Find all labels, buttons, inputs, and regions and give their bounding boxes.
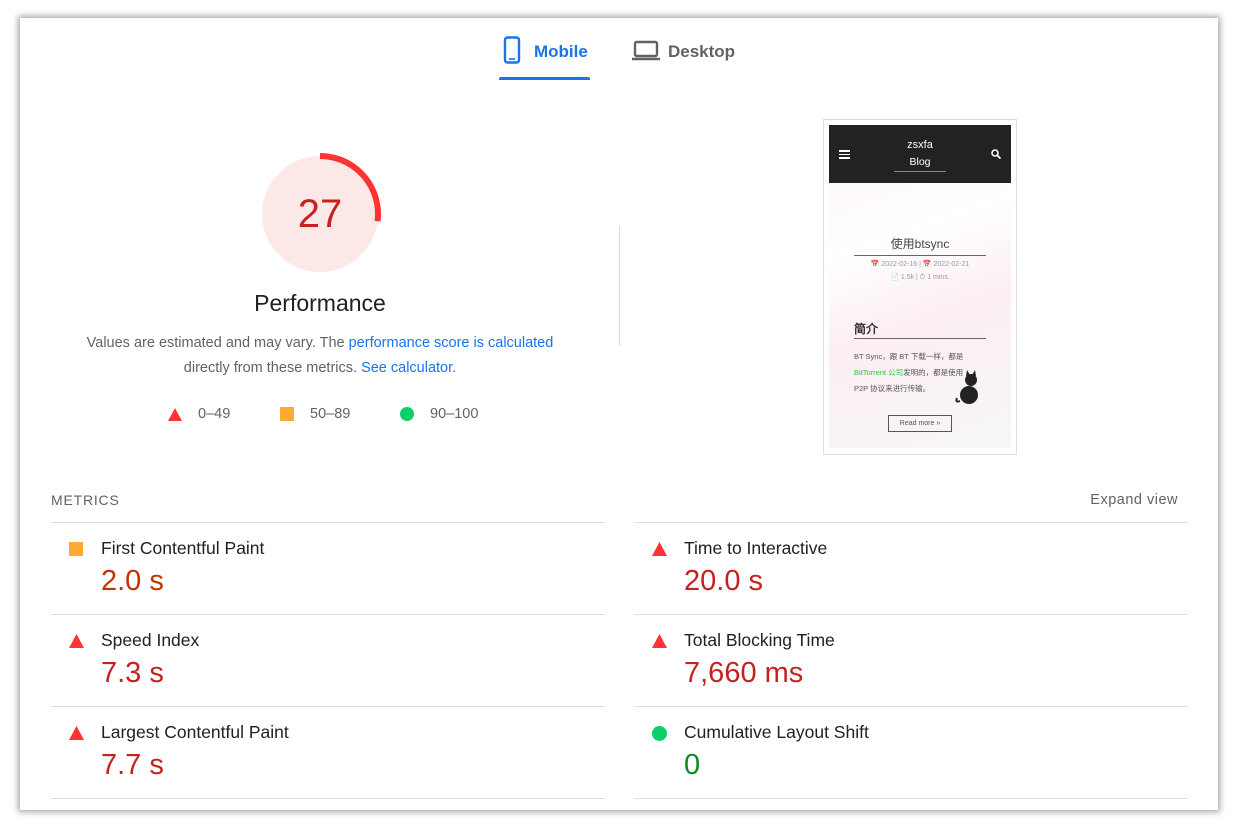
calculator-link[interactable]: See calculator [361, 360, 452, 376]
performance-title: Performance [254, 290, 386, 316]
device-tabs: Mobile Desktop [20, 18, 1218, 82]
orange-square-icon [69, 542, 83, 556]
section-rule [854, 338, 986, 339]
site-underline [894, 171, 946, 172]
red-triangle-icon [69, 726, 84, 740]
tab-mobile[interactable]: Mobile [498, 32, 588, 82]
score-legend: 0–49 50–89 90–100 [20, 406, 620, 430]
legend-average: 50–89 [280, 406, 350, 422]
red-triangle-icon [652, 634, 667, 648]
expand-view-button[interactable]: Expand view [1090, 492, 1178, 508]
metric-name: Speed Index [101, 630, 200, 650]
metric-value: 7,660 ms [684, 657, 804, 689]
search-icon [991, 149, 1001, 159]
post-dates: 📅 2022-02-16 | 📅 2022-02-21 [870, 261, 970, 268]
red-triangle-icon [168, 407, 182, 421]
metric-speed-index: Speed Index 7.3 s [51, 614, 605, 706]
metric-lcp: Largest Contentful Paint 7.7 s [51, 706, 605, 799]
report-frame: Mobile Desktop 27 Performance Values are… [20, 18, 1218, 810]
orange-square-icon [280, 407, 294, 421]
page-screenshot[interactable]: zsxfa Blog 使用btsync 📅 2022-02-16 | 📅 202… [823, 119, 1017, 455]
desc-text-1: Values are estimated and may vary. The [86, 335, 349, 351]
post-stats: 📄 1.5k | ⏱ 1 mins. [890, 274, 950, 281]
section-heading: 简介 [854, 322, 879, 336]
legend-average-label: 50–89 [310, 406, 351, 422]
vertical-divider [619, 226, 620, 346]
score-description: Values are estimated and may vary. The p… [60, 331, 580, 381]
metric-fcp: First Contentful Paint 2.0 s [51, 522, 605, 614]
screenshot-content: zsxfa Blog 使用btsync 📅 2022-02-16 | 📅 202… [829, 125, 1011, 448]
green-circle-icon [400, 407, 414, 421]
laptop-icon [632, 40, 660, 61]
metric-name: Total Blocking Time [684, 630, 835, 650]
metrics-column-right: Time to Interactive 20.0 s Total Blockin… [634, 522, 1188, 799]
legend-poor: 0–49 [168, 406, 230, 422]
metric-value: 0 [684, 749, 701, 781]
metric-name: First Contentful Paint [101, 538, 265, 558]
tab-desktop-label: Desktop [668, 42, 736, 61]
metric-value: 20.0 s [684, 565, 763, 597]
tab-desktop[interactable]: Desktop [632, 32, 735, 82]
metric-name: Largest Contentful Paint [101, 722, 289, 742]
excerpt-text-1: BT Sync，跟 BT 下载一样，都是 [854, 352, 964, 361]
site-name: zsxfa [907, 139, 933, 151]
green-circle-icon [652, 726, 667, 741]
tab-mobile-label: Mobile [534, 42, 588, 61]
score-calc-link[interactable]: performance score is calculated [349, 335, 554, 351]
legend-good: 90–100 [400, 406, 478, 422]
excerpt-link: BitTorrent 公司 [854, 368, 904, 377]
post-title-rule [854, 255, 986, 256]
metrics-heading: METRICS [51, 492, 120, 508]
metric-value: 2.0 s [101, 565, 164, 597]
metric-tti: Time to Interactive 20.0 s [634, 522, 1188, 614]
excerpt-text-3: P2P 协议来进行传输。 [854, 384, 931, 393]
metric-cls: Cumulative Layout Shift 0 [634, 706, 1188, 799]
performance-gauge[interactable]: 27 [258, 152, 382, 276]
phone-icon [503, 36, 521, 64]
performance-score: 27 [297, 191, 343, 236]
desc-text-2: directly from these metrics. [183, 360, 362, 376]
red-triangle-icon [652, 542, 667, 556]
post-title: 使用btsync [890, 237, 950, 251]
metric-tbt: Total Blocking Time 7,660 ms [634, 614, 1188, 706]
legend-good-label: 90–100 [430, 406, 479, 422]
active-tab-indicator [499, 77, 590, 80]
metric-name: Cumulative Layout Shift [684, 722, 869, 742]
red-triangle-icon [69, 634, 84, 648]
metrics-column-left: First Contentful Paint 2.0 s Speed Index… [51, 522, 605, 799]
metric-value: 7.7 s [101, 749, 164, 781]
site-subtitle: Blog [909, 156, 931, 168]
metrics-grid: First Contentful Paint 2.0 s Speed Index… [51, 522, 1189, 799]
desc-text-3: . [452, 360, 457, 376]
metric-value: 7.3 s [101, 657, 164, 689]
cat-icon [955, 370, 978, 404]
legend-poor-label: 0–49 [198, 406, 231, 422]
site-header: zsxfa Blog [829, 125, 1011, 183]
metric-name: Time to Interactive [684, 538, 828, 558]
read-more-button: Read more » [888, 415, 952, 432]
